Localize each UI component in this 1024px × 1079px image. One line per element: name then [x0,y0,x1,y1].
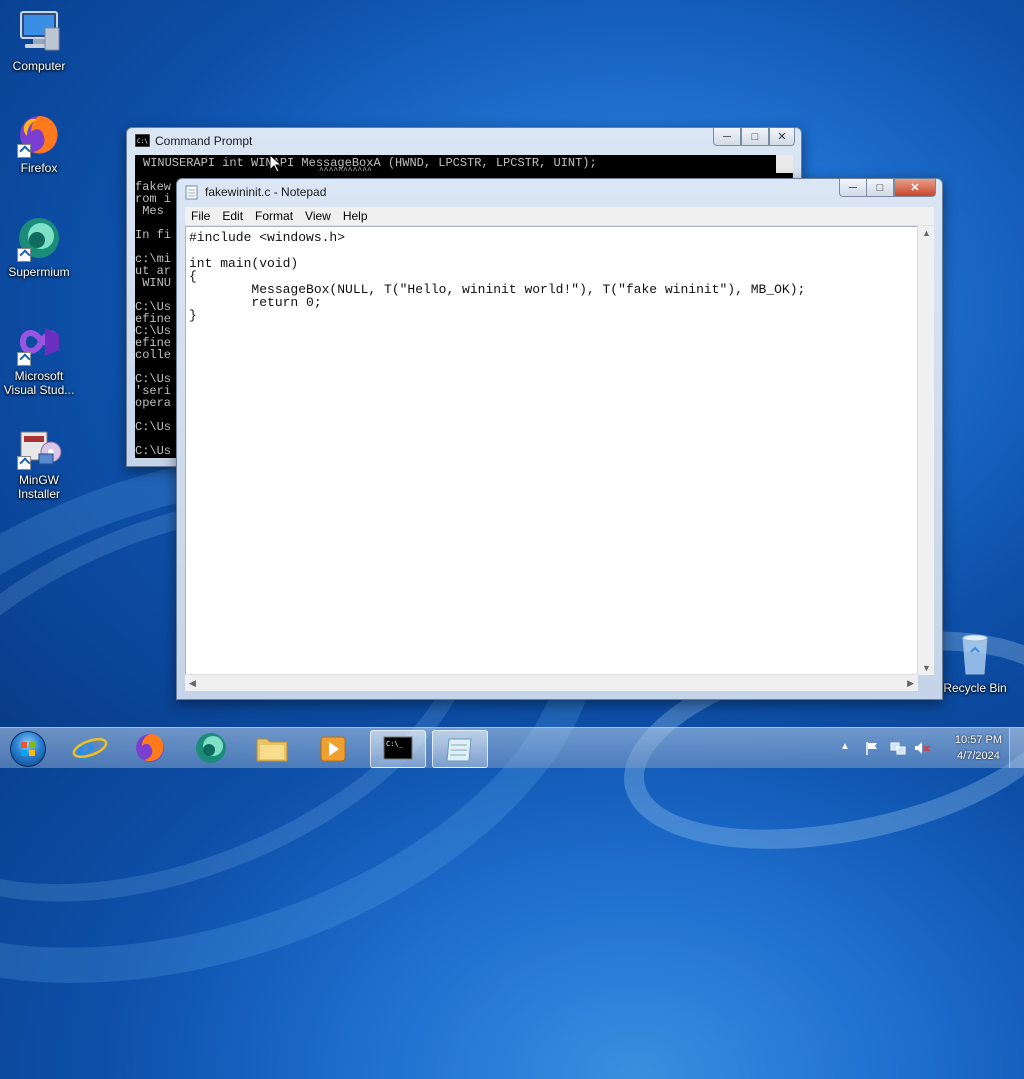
svg-text:C:\_: C:\_ [386,740,404,748]
taskbar-supermium[interactable] [184,730,238,766]
supermium-icon [196,733,226,763]
console-line: Mes [135,204,164,218]
console-line: C:\Us [135,420,172,434]
mouse-cursor-icon [269,153,283,176]
desktop-icon-label: Computer [12,59,66,73]
window-title: Command Prompt [155,134,253,148]
menu-file[interactable]: File [185,207,216,225]
maximize-button[interactable]: □ [867,179,894,197]
firefox-icon [15,110,63,158]
console-line: colle [135,348,172,362]
console-caret-underline: ^^^^^^^^^^^ [319,167,372,176]
minimize-button[interactable]: ─ [713,128,741,146]
console-line: In fi [135,228,172,242]
notepad-window[interactable]: fakewininit.c - Notepad ─ □ ✕ File Edit … [176,178,943,700]
installer-icon [15,422,63,470]
editor-content: #include <windows.h> int main(void) { Me… [189,230,806,323]
menu-view[interactable]: View [299,207,337,225]
volume-muted-icon[interactable] [914,740,930,756]
taskbar-notepad[interactable] [432,730,488,768]
desktop-icon-computer[interactable]: Computer [1,8,77,73]
desktop-icon-firefox[interactable]: Firefox [1,110,77,175]
menu-help[interactable]: Help [337,207,374,225]
shortcut-arrow-icon [17,248,31,262]
show-hidden-icons-icon[interactable]: ▲ [840,741,856,757]
folder-icon [256,738,288,762]
svg-text:C:\: C:\ [137,138,148,145]
console-scroll-up[interactable] [776,155,793,173]
window-titlebar[interactable]: fakewininit.c - Notepad ─ □ ✕ [177,179,942,205]
internet-explorer-icon: e [72,732,108,767]
recycle-bin-icon [951,630,999,678]
shortcut-arrow-icon [17,352,31,366]
taskbar-firefox[interactable] [123,730,177,766]
horizontal-scrollbar[interactable]: ◀ ▶ [185,674,918,691]
shortcut-arrow-icon [17,456,31,470]
scroll-down-arrow-icon[interactable]: ▼ [922,663,931,673]
desktop-icon-visual-studio[interactable]: Microsoft Visual Stud... [1,318,77,397]
menu-format[interactable]: Format [249,207,299,225]
svg-text:e: e [76,732,95,766]
start-button[interactable] [4,729,50,767]
window-titlebar[interactable]: C:\ Command Prompt ─ □ ✕ [127,128,801,154]
console-lines: fakew rom i Mes In fi c:\mi ut ar WINU C:\Us e… [135,181,171,457]
system-clock[interactable]: 10:57 PM 4/7/2024 [955,732,1002,764]
minimize-button[interactable]: ─ [839,179,867,197]
maximize-button[interactable]: □ [741,128,769,146]
text-editor[interactable]: #include <windows.h> int main(void) { Me… [185,226,918,675]
desktop-icon-supermium[interactable]: Supermium [1,214,77,279]
desktop-icon-label: MinGW Installer [17,473,61,501]
cmd-icon: C:\_ [383,736,413,760]
clock-time: 10:57 PM [954,734,1002,746]
console-line: opera [135,396,172,410]
show-desktop-button[interactable] [1009,728,1024,768]
taskbar-command-prompt[interactable]: C:\_ [370,730,426,768]
cmd-icon: C:\ [134,133,151,148]
scroll-right-arrow-icon[interactable]: ▶ [907,678,914,689]
close-button[interactable]: ✕ [769,128,795,146]
notepad-icon [446,738,472,762]
taskbar-file-explorer[interactable] [245,730,299,766]
clock-date: 4/7/2024 [957,750,1000,762]
taskbar-internet-explorer[interactable]: e [62,730,116,767]
desktop-icon-recycle-bin[interactable]: Recycle Bin [937,630,1013,695]
shortcut-arrow-icon [17,144,31,158]
action-center-flag-icon[interactable] [864,740,880,756]
menu-bar: File Edit Format View Help [185,207,934,225]
media-player-icon [320,736,346,762]
console-line: WINU [135,276,172,290]
taskbar-media-player[interactable] [306,730,360,766]
close-button[interactable]: ✕ [894,179,936,197]
notepad-icon [185,185,200,200]
desktop-icon-label: Microsoft Visual Stud... [3,369,75,397]
taskbar: e C:\_ ▲ 10:57 PM 4/7/2024 [0,727,1024,768]
firefox-icon [136,734,164,762]
desktop-icon-label: Supermium [8,265,70,279]
desktop-icon-mingw-installer[interactable]: MinGW Installer [1,422,77,501]
network-icon[interactable] [890,740,906,756]
vertical-scrollbar[interactable]: ▲ ▼ [917,226,934,675]
desktop-icon-label: Recycle Bin [943,681,1007,695]
desktop-icon-label: Firefox [20,161,58,175]
scroll-left-arrow-icon[interactable]: ◀ [189,678,196,689]
scroll-up-arrow-icon[interactable]: ▲ [922,228,931,238]
supermium-icon [15,214,63,262]
window-title: fakewininit.c - Notepad [205,185,327,199]
windows-logo-icon [10,731,46,767]
computer-icon [15,8,63,56]
visual-studio-icon [15,318,63,366]
console-line: C:\Us [135,444,172,458]
menu-edit[interactable]: Edit [216,207,249,225]
